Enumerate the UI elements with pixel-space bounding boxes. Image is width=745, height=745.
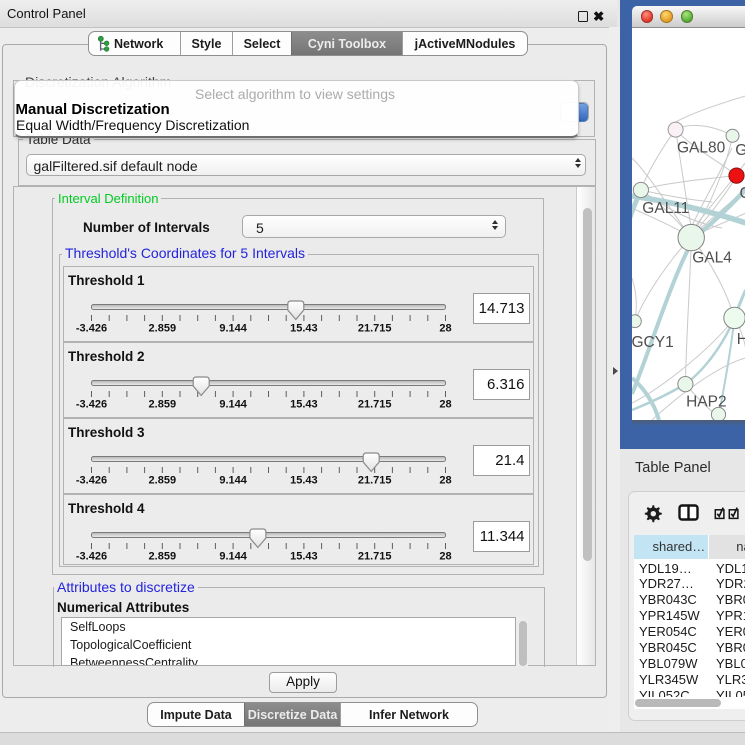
svg-text:21.715: 21.715 xyxy=(357,551,391,563)
svg-text:9.144: 9.144 xyxy=(219,475,247,487)
svg-text:21.715: 21.715 xyxy=(357,475,391,487)
svg-text:9.144: 9.144 xyxy=(219,551,247,563)
svg-text:21.715: 21.715 xyxy=(357,399,391,411)
svg-text:28: 28 xyxy=(439,475,451,487)
svg-text:GAL80: GAL80 xyxy=(677,140,726,157)
svg-text:GAL11: GAL11 xyxy=(642,200,689,217)
svg-text:15.43: 15.43 xyxy=(290,551,318,563)
svg-text:-3.426: -3.426 xyxy=(75,551,106,563)
svg-text:-3.426: -3.426 xyxy=(75,399,106,411)
svg-text:2.859: 2.859 xyxy=(148,475,176,487)
svg-text:GAL: GAL xyxy=(735,142,745,159)
svg-text:2.859: 2.859 xyxy=(148,323,176,335)
svg-text:-3.426: -3.426 xyxy=(75,323,106,335)
svg-text:28: 28 xyxy=(439,399,451,411)
svg-text:2.859: 2.859 xyxy=(148,551,176,563)
svg-text:15.43: 15.43 xyxy=(290,399,318,411)
svg-text:-3.426: -3.426 xyxy=(75,475,106,487)
svg-text:21.715: 21.715 xyxy=(357,323,391,335)
svg-text:GCY1: GCY1 xyxy=(632,334,674,351)
svg-text:9.144: 9.144 xyxy=(219,399,247,411)
svg-text:15.43: 15.43 xyxy=(290,323,318,335)
svg-text:15.43: 15.43 xyxy=(290,475,318,487)
svg-text:GAL4: GAL4 xyxy=(692,250,732,267)
svg-text:H: H xyxy=(736,331,745,348)
svg-text:28: 28 xyxy=(439,551,451,563)
svg-text:2.859: 2.859 xyxy=(148,399,176,411)
svg-text:C: C xyxy=(739,185,745,202)
svg-text:HAP2: HAP2 xyxy=(686,394,727,411)
svg-text:9.144: 9.144 xyxy=(219,323,247,335)
svg-text:28: 28 xyxy=(439,323,451,335)
